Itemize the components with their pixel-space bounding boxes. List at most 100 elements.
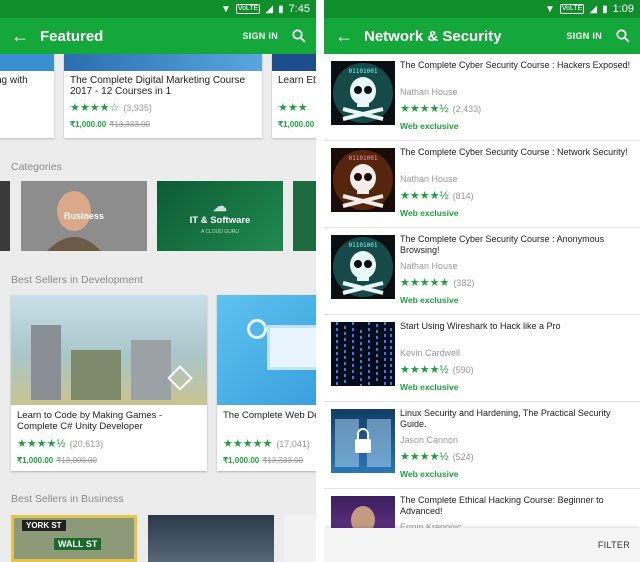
- battery-icon: ▮: [278, 3, 284, 15]
- course-author: Nathan House: [400, 261, 458, 271]
- battery-icon: ▮: [602, 3, 608, 15]
- current-price: ₹1,000.00: [278, 120, 315, 129]
- street-sign: YORK ST: [22, 520, 66, 531]
- review-count: (20,613): [69, 438, 104, 449]
- sign-in-button[interactable]: SIGN IN: [566, 31, 602, 41]
- skull-icon: 01101001: [333, 237, 393, 297]
- star-rating-icon: ★★★★☆: [70, 102, 120, 114]
- volte-badge: VoLTE: [235, 4, 261, 14]
- cloud-icon: ☁: [212, 197, 227, 214]
- price: ₹1,000.00 ₹13,333.00: [217, 456, 316, 465]
- skull-icon: 01101001: [333, 150, 393, 210]
- course-thumbnail: [331, 409, 395, 473]
- course-title: The Complete Cyber Security Course : Net…: [400, 147, 628, 157]
- category-tile-it-software[interactable]: ☁ IT & Software A CLOUD GURU: [157, 181, 283, 251]
- review-count: (814): [452, 190, 474, 201]
- review-count: (2,433): [452, 103, 482, 114]
- rating: ★★★★☆ (3,935): [64, 101, 262, 114]
- course-thumbnail: [11, 295, 207, 405]
- list-item[interactable]: 01101001 The Complete Cyber Security Cou…: [324, 228, 640, 315]
- sign-in-button[interactable]: SIGN IN: [242, 31, 278, 41]
- course-title: The Complete Cyber Security Course : Hac…: [400, 60, 631, 70]
- server-lock-icon: [335, 419, 391, 467]
- review-count: (524): [452, 451, 474, 462]
- course-thumbnail: [331, 322, 395, 386]
- original-price: ₹13,333.00: [109, 120, 150, 129]
- course-author: Nathan House: [400, 174, 458, 184]
- web-exclusive-badge: Web exclusive: [400, 382, 459, 392]
- featured-screen: ▼ VoLTE ◢ ▮ 7:45 ← Featured SIGN IN ng w…: [0, 0, 316, 562]
- star-rating-icon: ★★★: [278, 102, 308, 114]
- rating: ★★★★★ (17,041): [217, 437, 316, 450]
- category-sublabel: A CLOUD GURU: [200, 228, 240, 235]
- search-icon[interactable]: [292, 29, 306, 43]
- svg-text:01101001: 01101001: [349, 68, 378, 75]
- status-bar: ▼ VoLTE ◢ ▮ 7:45: [0, 0, 316, 18]
- course-card[interactable]: [284, 515, 316, 562]
- price: ₹1,000.00 ₹13,333.00: [64, 120, 262, 129]
- page-title: Network & Security: [364, 27, 502, 45]
- course-card[interactable]: The Complete Web Dev ★★★★★ (17,041) ₹1,0…: [217, 295, 316, 471]
- rating: ★★★★½ (20,613): [11, 437, 207, 450]
- filter-button[interactable]: FILTER: [598, 540, 630, 550]
- category-tile[interactable]: [293, 181, 316, 251]
- divider: [316, 0, 324, 562]
- bottom-bar: FILTER: [324, 528, 640, 562]
- network-security-screen: ▼ VoLTE ◢ ▮ 1:09 ← Network & Security SI…: [324, 0, 640, 562]
- list-item[interactable]: Linux Security and Hardening, The Practi…: [324, 402, 640, 489]
- star-rating-icon: ★★★★★: [223, 438, 273, 450]
- featured-card[interactable]: Learn Eth ★★★ ₹1,000.00: [272, 54, 316, 138]
- category-tile[interactable]: [0, 181, 10, 251]
- current-price: ₹1,000.00: [17, 456, 54, 465]
- volte-badge: VoLTE: [559, 4, 585, 14]
- rating: ★★★★½ (814): [400, 189, 474, 202]
- rating: ★★★★★ (382): [400, 276, 474, 289]
- gear-icon: [247, 319, 267, 339]
- section-title-development: Best Sellers in Development: [11, 274, 143, 286]
- course-card[interactable]: Learn to Code by Making Games - Complete…: [11, 295, 207, 471]
- original-price: ₹13,000.00: [56, 456, 97, 465]
- price: ₹1,000.00: [272, 120, 316, 129]
- web-exclusive-badge: Web exclusive: [400, 208, 459, 218]
- featured-card[interactable]: The Complete Digital Marketing Course 20…: [64, 54, 262, 138]
- list-item[interactable]: Start Using Wireshark to Hack like a Pro…: [324, 315, 640, 402]
- toolbar: ← Network & Security SIGN IN: [324, 18, 640, 54]
- course-title: Start Using Wireshark to Hack like a Pro: [400, 321, 561, 331]
- clock: 7:45: [288, 3, 310, 15]
- category-tile-business[interactable]: Business: [21, 181, 147, 251]
- star-rating-icon: ★★★★★: [400, 277, 450, 289]
- category-label: Business: [63, 211, 105, 221]
- binary-stream-icon: [336, 322, 392, 386]
- page-title: Featured: [40, 27, 104, 45]
- web-exclusive-badge: Web exclusive: [400, 469, 459, 479]
- current-price: ₹1,000.00: [223, 456, 260, 465]
- current-price: ₹1,000.00: [70, 120, 107, 129]
- signal-icon: ◢: [265, 3, 274, 15]
- street-sign: WALL ST: [54, 538, 102, 550]
- review-count: (382): [453, 277, 475, 288]
- course-title: Learn Eth: [278, 75, 316, 86]
- svg-text:01101001: 01101001: [349, 155, 378, 162]
- course-card[interactable]: [148, 515, 274, 562]
- review-count: (3,935): [123, 102, 152, 113]
- course-title: The Complete Digital Marketing Course 20…: [70, 75, 246, 97]
- unity-logo-icon: [167, 365, 193, 391]
- skull-icon: 01101001: [333, 63, 393, 123]
- back-arrow-icon[interactable]: ←: [324, 18, 364, 54]
- web-exclusive-badge: Web exclusive: [400, 121, 459, 131]
- category-label: IT & Software: [189, 214, 251, 226]
- rating: ★★★★½ (524): [400, 450, 474, 463]
- status-bar: ▼ VoLTE ◢ ▮ 1:09: [324, 0, 640, 18]
- list-item[interactable]: 01101001 The Complete Cyber Security Cou…: [324, 141, 640, 228]
- svg-text:01101001: 01101001: [349, 242, 378, 249]
- course-title: The Complete Web Dev: [223, 410, 316, 421]
- course-thumbnail: 01101001: [331, 61, 395, 125]
- course-card[interactable]: YORK ST WALL ST: [11, 515, 137, 562]
- original-price: ₹13,333.00: [262, 456, 303, 465]
- list-item[interactable]: 01101001 The Complete Cyber Security Cou…: [324, 54, 640, 141]
- course-title: The Complete Cyber Security Course : Ano…: [400, 234, 605, 255]
- search-icon[interactable]: [616, 29, 630, 43]
- course-thumbnail: 01101001: [331, 235, 395, 299]
- featured-card[interactable]: ng with: [0, 54, 54, 138]
- back-arrow-icon[interactable]: ←: [0, 18, 40, 54]
